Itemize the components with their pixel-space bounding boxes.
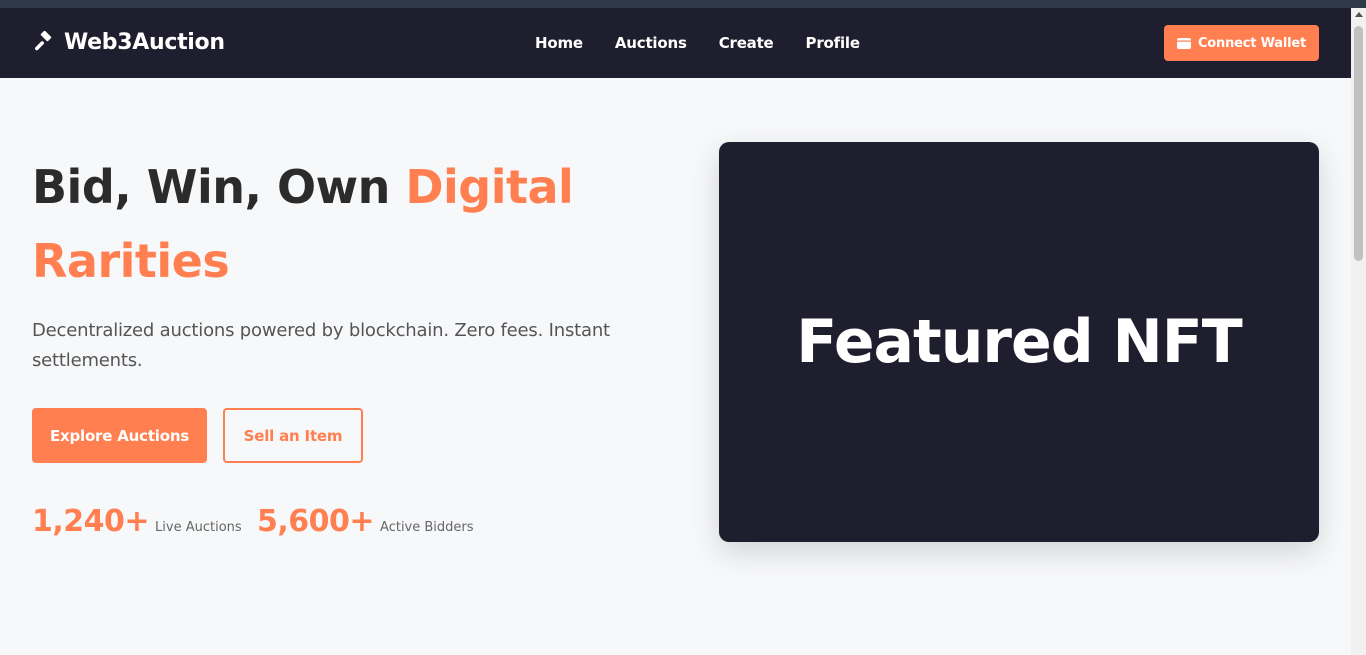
explore-auctions-button[interactable]: Explore Auctions — [32, 408, 207, 463]
navbar: Web3Auction Home Auctions Create Profile… — [0, 8, 1351, 78]
scrollbar-thumb[interactable] — [1354, 26, 1363, 261]
stat-value: 5,600+ — [257, 504, 375, 539]
browser-top-strip — [0, 0, 1366, 8]
stat-active-bidders: 5,600+ Active Bidders — [257, 504, 474, 539]
connect-wallet-label: Connect Wallet — [1197, 35, 1307, 51]
brand-logo[interactable]: Web3Auction — [32, 30, 225, 55]
sell-item-button[interactable]: Sell an Item — [223, 408, 363, 463]
featured-nft-label: Featured NFT — [796, 307, 1242, 377]
hero-title: Bid, Win, Own Digital Rarities — [32, 150, 652, 298]
stat-label: Live Auctions — [155, 520, 242, 535]
gavel-icon — [34, 30, 52, 50]
stat-label: Active Bidders — [380, 520, 474, 535]
hero-title-plain: Bid, Win, Own — [32, 160, 406, 214]
stat-value: 1,240+ — [32, 504, 150, 539]
main-nav: Home Auctions Create Profile — [535, 34, 860, 52]
nav-create[interactable]: Create — [719, 34, 774, 52]
featured-nft-card[interactable]: Featured NFT — [719, 142, 1319, 542]
stat-live-auctions: 1,240+ Live Auctions — [32, 504, 242, 539]
connect-wallet-button[interactable]: Connect Wallet — [1164, 25, 1319, 61]
scroll-up-arrow-icon[interactable] — [1354, 12, 1363, 17]
nav-profile[interactable]: Profile — [806, 34, 860, 52]
nav-auctions[interactable]: Auctions — [615, 34, 687, 52]
wallet-icon — [1176, 37, 1191, 49]
hero-subtitle: Decentralized auctions powered by blockc… — [32, 320, 610, 371]
brand-name: Web3Auction — [64, 30, 225, 55]
nav-home[interactable]: Home — [535, 34, 583, 52]
page-scrollbar[interactable] — [1351, 8, 1366, 655]
